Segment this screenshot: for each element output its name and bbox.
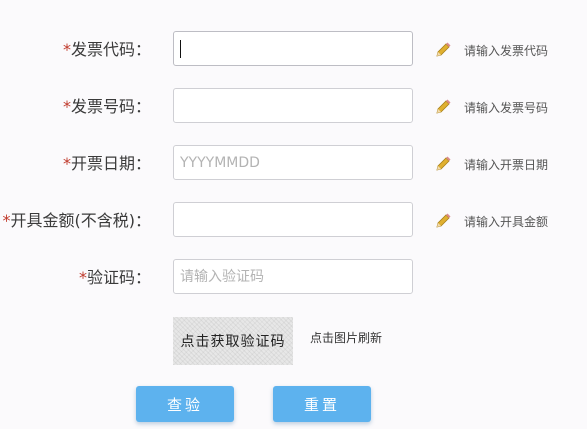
- invoice-number-label: *发票号码：: [62, 97, 151, 116]
- required-mark: *: [2, 211, 11, 230]
- invoice-date-input[interactable]: [173, 145, 413, 180]
- refresh-captcha-link[interactable]: 点击图片刷新: [310, 329, 382, 346]
- invoice-code-input[interactable]: [173, 31, 413, 66]
- invoice-code-row: *发票代码： 请输入发票代码: [0, 31, 587, 69]
- pencil-icon: [436, 99, 451, 114]
- pencil-icon: [436, 213, 451, 228]
- invoice-amount-hint: 请输入开具金额: [434, 202, 548, 240]
- invoice-amount-label: *开具金额(不含税)：: [2, 211, 152, 230]
- invoice-date-label: *开票日期：: [62, 154, 151, 173]
- pencil-icon: [436, 42, 451, 57]
- invoice-number-hint: 请输入发票号码: [434, 88, 548, 126]
- invoice-amount-input[interactable]: [173, 202, 413, 237]
- invoice-code-hint: 请输入发票代码: [434, 31, 548, 69]
- invoice-code-label: *发票代码：: [62, 40, 151, 59]
- pencil-icon: [436, 156, 451, 171]
- reset-button[interactable]: 重置: [273, 386, 371, 422]
- text-caret: [180, 40, 181, 58]
- required-mark: *: [78, 268, 87, 287]
- captcha-label: *验证码：: [78, 268, 151, 287]
- captcha-image-text: 点击获取验证码: [180, 334, 286, 350]
- invoice-number-row: *发票号码： 请输入发票号码: [0, 88, 587, 126]
- invoice-number-input[interactable]: [173, 88, 413, 123]
- required-mark: *: [62, 97, 71, 116]
- captcha-input[interactable]: [173, 259, 413, 294]
- required-mark: *: [62, 40, 71, 59]
- captcha-image[interactable]: 点击获取验证码: [173, 317, 293, 365]
- invoice-amount-row: *开具金额(不含税)： 请输入开具金额: [0, 202, 587, 240]
- captcha-row: *验证码：: [0, 259, 587, 297]
- invoice-date-row: *开票日期： 请输入开票日期: [0, 145, 587, 183]
- check-button[interactable]: 查验: [136, 386, 234, 422]
- invoice-date-hint: 请输入开票日期: [434, 145, 548, 183]
- required-mark: *: [62, 154, 71, 173]
